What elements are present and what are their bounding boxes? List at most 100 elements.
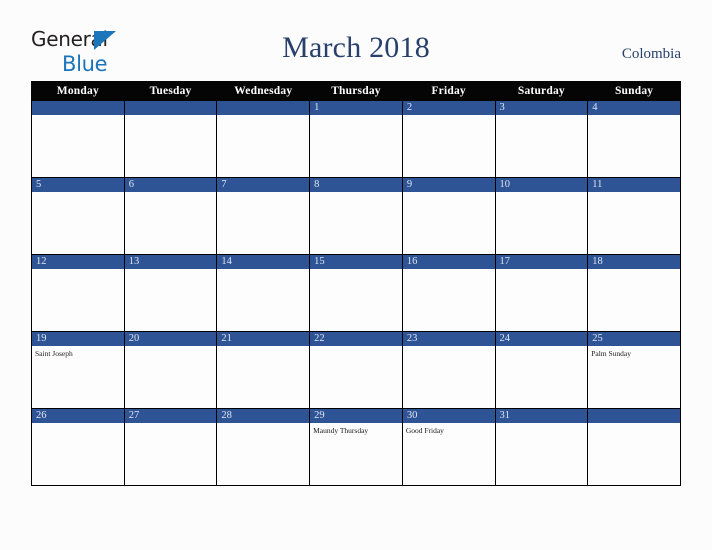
day-events: Saint Joseph [32,346,124,359]
day-number: 30 [402,409,495,423]
day-cell-inner: 4 [588,101,680,177]
calendar-day-cell[interactable]: 4 [587,100,681,178]
day-number: 2 [402,101,495,115]
day-cell-inner: 10 [495,178,588,254]
calendar-day-cell[interactable]: 26 [31,408,125,486]
calendar-day-cell[interactable]: 25 Palm Sunday [587,331,681,409]
calendar-day-cell[interactable]: 9 [401,177,496,255]
calendar-header-row: Monday Tuesday Wednesday Thursday Friday… [31,81,681,101]
calendar-day-cell[interactable]: 5 [31,177,125,255]
day-cell-inner: 20 [124,332,217,408]
calendar-day-cell[interactable]: 6 [123,177,218,255]
day-events: Palm Sunday [588,346,680,359]
holiday-event: Good Friday [405,426,444,435]
calendar-day-cell[interactable]: 16 [401,254,496,332]
holiday-event: Saint Joseph [35,349,73,358]
day-number [124,101,217,115]
day-number [588,409,680,423]
day-cell-inner: 28 [217,409,310,485]
day-cell-inner: 23 [402,332,495,408]
day-number: 5 [32,178,124,192]
day-number: 23 [402,332,495,346]
calendar-week-row: 26 27 28 29 Maundy Thursday 30 Good Friday 31 [31,408,681,486]
day-number: 26 [32,409,124,423]
holiday-event: Maundy Thursday [313,426,369,435]
calendar-day-cell[interactable]: 10 [494,177,589,255]
day-cell-inner: 7 [217,178,310,254]
day-cell-inner: 16 [402,255,495,331]
calendar-empty-cell [216,100,311,178]
calendar-day-cell[interactable]: 28 [216,408,311,486]
day-cell-inner: 30 Good Friday [402,409,495,485]
calendar-day-cell[interactable]: 2 [401,100,496,178]
day-cell-inner: 27 [124,409,217,485]
calendar-day-cell[interactable]: 31 [494,408,589,486]
calendar-day-cell[interactable]: 3 [494,100,589,178]
day-number: 1 [310,101,402,115]
day-number: 25 [588,332,680,346]
calendar-day-cell[interactable]: 1 [309,100,403,178]
calendar-day-cell[interactable]: 13 [123,254,218,332]
calendar-day-cell[interactable]: 8 [309,177,403,255]
day-cell-inner: 29 Maundy Thursday [310,409,402,485]
calendar-day-cell[interactable]: 27 [123,408,218,486]
calendar-empty-cell [123,100,218,178]
weekday-header-row: Monday Tuesday Wednesday Thursday Friday… [31,81,681,101]
day-cell-inner: 21 [217,332,310,408]
calendar-week-row: 1234 [31,100,681,178]
day-number: 22 [310,332,402,346]
day-events: Good Friday [403,423,495,436]
day-number: 18 [588,255,680,269]
day-cell-inner [217,101,310,177]
page-title: March 2018 [282,31,430,64]
calendar-day-cell[interactable]: 11 [587,177,681,255]
calendar-day-cell[interactable]: 19 Saint Joseph [31,331,125,409]
weekday-header-sunday: Sunday [587,81,681,101]
day-cell-inner: 5 [32,178,124,254]
day-cell-inner: 14 [217,255,310,331]
calendar-day-cell[interactable]: 23 [401,331,496,409]
calendar-body: 1 2 3 4 5 6 7 8 9 10 11 12 13 14 15 16 17 18 19 Saint Josep… [31,100,681,486]
calendar-day-cell[interactable]: 20 [123,331,218,409]
day-number: 17 [495,255,588,269]
calendar-day-cell[interactable]: 17 [494,254,589,332]
day-number: 7 [217,178,310,192]
day-number: 29 [310,409,402,423]
calendar-day-cell[interactable]: 29 Maundy Thursday [309,408,403,486]
day-cell-inner [124,101,217,177]
day-cell-inner: 2 [402,101,495,177]
calendar-day-cell[interactable]: 18 [587,254,681,332]
day-number: 13 [124,255,217,269]
day-number: 15 [310,255,402,269]
day-cell-inner: 3 [495,101,588,177]
calendar-day-cell[interactable]: 14 [216,254,311,332]
day-number: 31 [495,409,588,423]
calendar-day-cell[interactable]: 24 [494,331,589,409]
calendar-day-cell[interactable]: 15 [309,254,403,332]
day-number: 12 [32,255,124,269]
calendar-day-cell[interactable]: 7 [216,177,311,255]
day-number: 9 [402,178,495,192]
calendar-day-cell[interactable]: 22 [309,331,403,409]
weekday-header-monday: Monday [31,81,125,101]
day-cell-inner: 1 [310,101,402,177]
calendar-day-cell[interactable]: 12 [31,254,125,332]
calendar-empty-cell [587,408,681,486]
day-cell-inner: 13 [124,255,217,331]
calendar-day-cell[interactable]: 21 [216,331,311,409]
day-cell-inner [588,409,680,485]
calendar-week-row: 5 6 7 8 9 10 11 [31,177,681,255]
day-cell-inner: 18 [588,255,680,331]
day-number: 11 [588,178,680,192]
day-number: 24 [495,332,588,346]
day-number: 3 [495,101,588,115]
calendar-empty-cell [31,100,125,178]
day-number: 28 [217,409,310,423]
day-cell-inner: 6 [124,178,217,254]
day-cell-inner: 17 [495,255,588,331]
calendar-day-cell[interactable]: 30 Good Friday [401,408,496,486]
day-cell-inner: 24 [495,332,588,408]
day-cell-inner: 12 [32,255,124,331]
day-number: 8 [310,178,402,192]
day-number: 21 [217,332,310,346]
